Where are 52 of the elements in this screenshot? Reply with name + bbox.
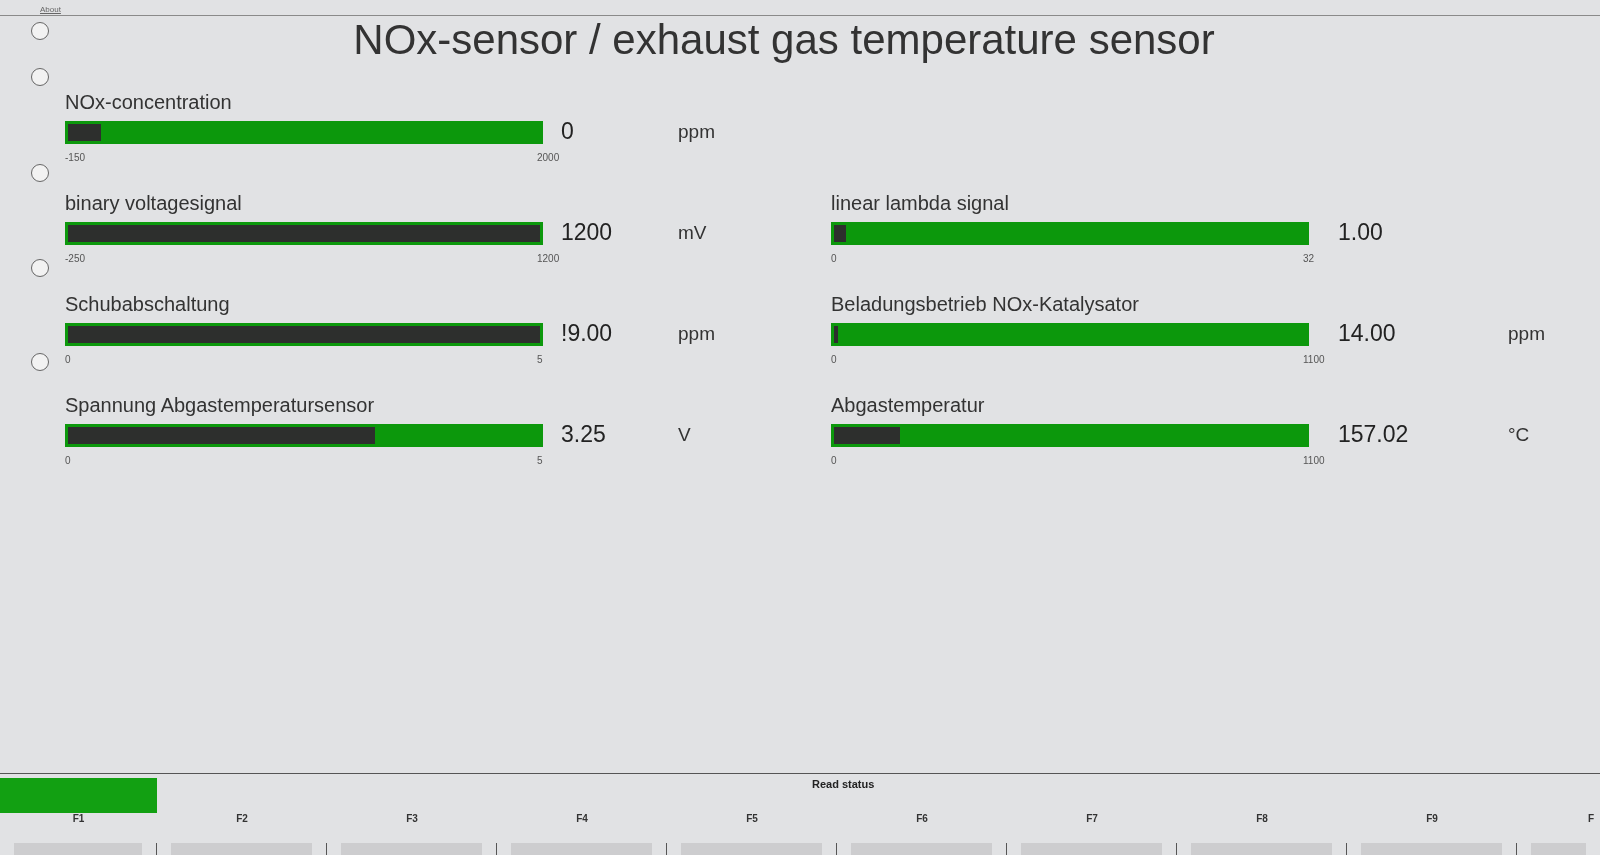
radio-button[interactable] [31,353,49,371]
gauge-value: !9.00 [561,320,613,346]
function-key-label: F4 [576,813,588,825]
unit-label: ppm [1508,323,1545,345]
unit-label: mV [678,222,707,244]
scale-max-label: 1100 [1303,455,1325,467]
gauge-value: 14.00 [1338,320,1396,346]
radio-button[interactable] [31,22,49,40]
gauge-value: 3.25 [561,421,606,447]
radio-button[interactable] [31,259,49,277]
unit-label: ppm [678,121,715,143]
scale-min-label: 0 [65,455,71,467]
gauge-label: Beladungsbetrieb NOx-Katalysator [831,292,1139,316]
function-key-label: F8 [1256,813,1268,825]
gauge-label: Abgastemperatur [831,393,985,417]
gauge-value: 1.00 [1338,219,1383,245]
unit-label: °C [1508,424,1530,446]
function-key-label: F9 [1426,813,1438,825]
function-key-label: F7 [1086,813,1098,825]
function-key-label: F3 [406,813,418,825]
radio-button[interactable] [31,164,49,182]
function-key-label: F5 [746,813,758,825]
gauge-label: binary voltagesignal [65,191,242,215]
menu-item[interactable]: About [40,5,61,15]
scale-min-label: -250 [65,253,85,265]
gauge-value: 1200 [561,219,613,245]
scale-min-label: 0 [831,455,837,467]
function-key-label: F2 [236,813,248,825]
scale-min-label: -150 [65,152,85,164]
function-key-label: F1 [72,813,85,825]
unit-label: V [678,424,691,446]
scale-min-label: 0 [65,354,71,366]
page-title: NOx-sensor / exhaust gas temperature sensor [353,16,1215,64]
function-key-label: F [1587,813,1594,825]
function-key-label: F6 [916,813,928,825]
gauge-value: 157.02 [1338,421,1409,447]
scale-max-label: 1100 [1303,354,1325,366]
scale-max-label: 5 [537,354,543,366]
radio-button[interactable] [31,68,49,86]
status-text: Read status [812,778,875,791]
scale-min-label: 0 [831,253,837,265]
gauge-label: Spannung Abgastemperatursensor [65,393,375,417]
unit-label: ppm [678,323,715,345]
gauge-value: 0 [561,118,574,144]
gauge-label: linear lambda signal [831,191,1009,215]
scale-max-label: 5 [537,455,543,467]
scale-max-label: 2000 [537,152,560,164]
gauge-label: Schubabschaltung [65,292,230,316]
scale-min-label: 0 [831,354,837,366]
scale-max-label: 32 [1303,253,1315,265]
scale-max-label: 1200 [537,253,560,265]
gauge-label: NOx-concentration [65,90,232,114]
